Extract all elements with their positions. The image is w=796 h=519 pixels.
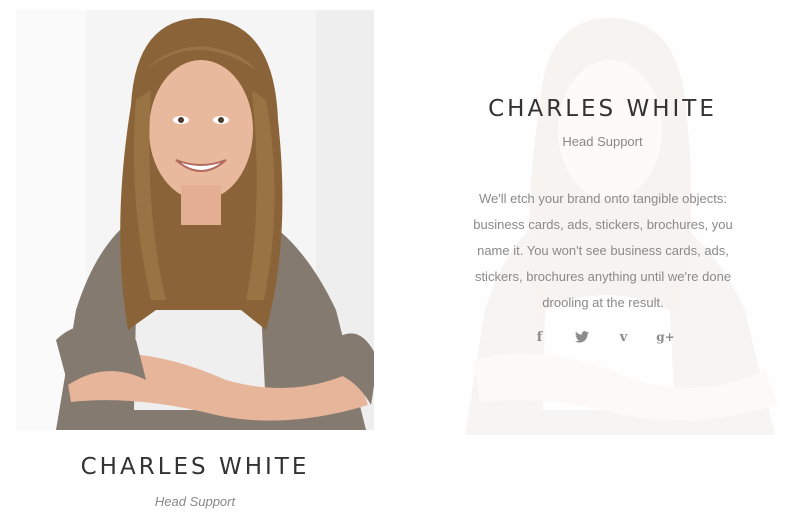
- vimeo-icon[interactable]: v: [615, 328, 633, 346]
- member-role: Head Support: [154, 494, 236, 509]
- member-photo: [16, 10, 374, 430]
- social-links: f v g+: [425, 328, 780, 346]
- member-bio: We'll etch your brand onto tangible obje…: [473, 191, 733, 310]
- google-plus-icon[interactable]: g+: [656, 328, 674, 346]
- member-name: CHARLES WHITE: [80, 454, 310, 480]
- member-role: Head Support: [562, 134, 643, 149]
- team-card[interactable]: CHARLES WHITE Head Support: [16, 10, 374, 510]
- facebook-icon[interactable]: f: [531, 328, 549, 346]
- twitter-icon[interactable]: [573, 328, 591, 346]
- team-section: CHARLES WHITE Head Support CHARLES WHITE…: [0, 0, 796, 519]
- member-name: CHARLES WHITE: [488, 96, 717, 122]
- team-card-hover[interactable]: CHARLES WHITE Head Support We'll etch yo…: [425, 10, 780, 435]
